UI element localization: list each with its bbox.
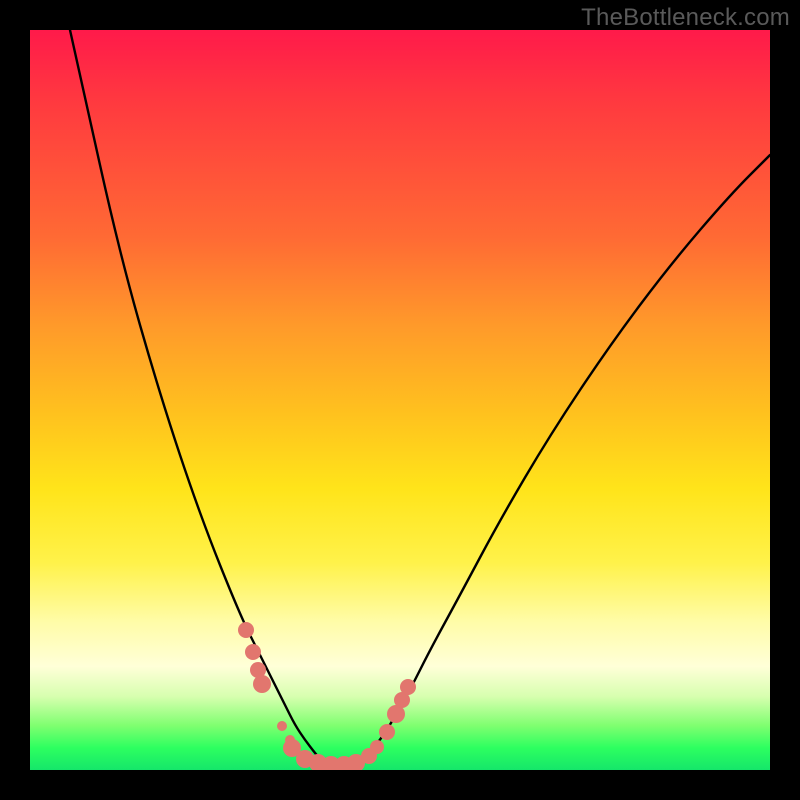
curve-svg (30, 30, 770, 770)
bottleneck-curve (70, 30, 770, 765)
curve-marker (245, 644, 261, 660)
chart-frame: TheBottleneck.com (0, 0, 800, 800)
curve-marker (277, 721, 287, 731)
curve-marker (253, 675, 271, 693)
curve-marker (238, 622, 254, 638)
plot-area (30, 30, 770, 770)
curve-marker (400, 679, 416, 695)
watermark-text: TheBottleneck.com (581, 4, 790, 32)
curve-marker (379, 724, 395, 740)
marker-layer (238, 622, 416, 770)
curve-marker (370, 740, 384, 754)
